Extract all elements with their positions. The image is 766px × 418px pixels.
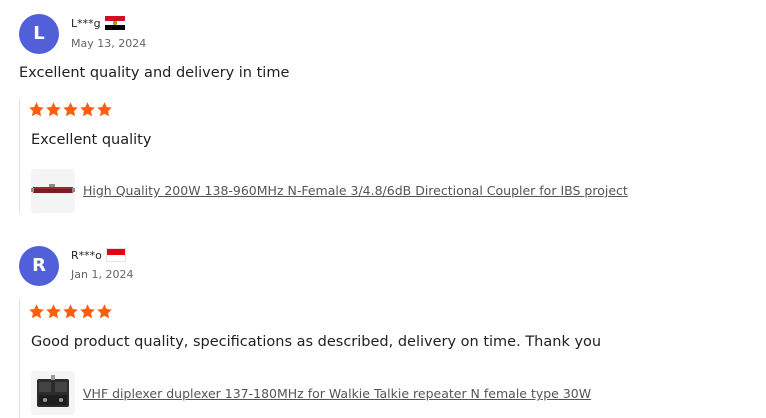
product-link[interactable]: VHF diplexer duplexer 137-180MHz for Wal… [83, 386, 591, 401]
reviewer-name: R***o [71, 248, 102, 262]
additional-review-text: Good product quality, specifications as … [31, 334, 602, 350]
reviewer-line: R***o [71, 246, 126, 264]
star-icon [63, 304, 78, 319]
avatar: L [19, 14, 59, 54]
review-date: May 13, 2024 [71, 37, 147, 50]
review-text: Excellent quality and delivery in time [19, 65, 290, 81]
star-icon [29, 304, 44, 319]
star-icon [97, 304, 112, 319]
avatar: R [19, 246, 59, 286]
additional-review: Excellent quality High Quality 200W 138-… [19, 99, 720, 214]
star-icon [46, 304, 61, 319]
star-rating [28, 303, 113, 320]
star-icon [29, 102, 44, 117]
product-link[interactable]: High Quality 200W 138-960MHz N-Female 3/… [83, 183, 628, 198]
star-rating [28, 101, 113, 118]
additional-review-text: Excellent quality [31, 132, 152, 148]
additional-review: Good product quality, specifications as … [19, 299, 720, 418]
star-icon [80, 304, 95, 319]
star-icon [80, 102, 95, 117]
duplexer-product-image[interactable] [31, 371, 75, 415]
star-icon [63, 102, 78, 117]
directional-coupler-product-image[interactable] [31, 169, 75, 213]
review-date: Jan 1, 2024 [71, 268, 134, 281]
star-icon [46, 102, 61, 117]
star-icon [97, 102, 112, 117]
indonesia-flag-icon [105, 248, 126, 262]
reviewer-line: L***g [71, 14, 125, 32]
egypt-flag-icon [104, 16, 125, 30]
reviewer-name: L***g [71, 16, 101, 30]
